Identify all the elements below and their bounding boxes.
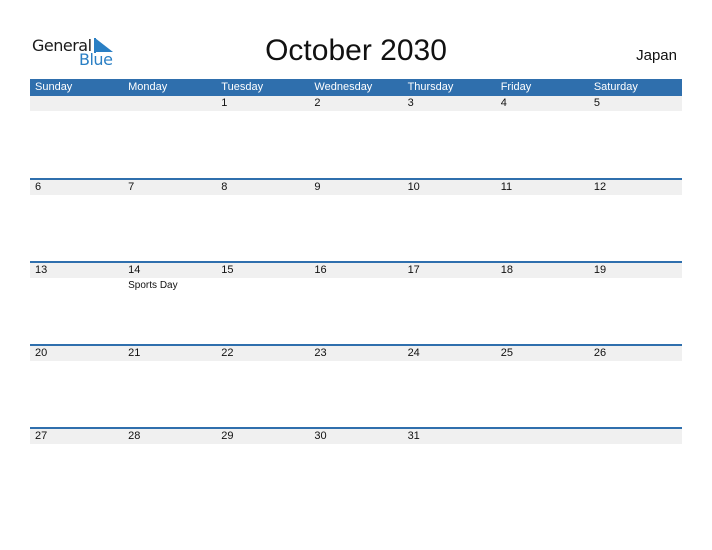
holiday-event	[30, 111, 123, 113]
day-number: 1	[221, 97, 228, 109]
day-number: 23	[314, 347, 327, 359]
day-number: 2	[314, 97, 321, 109]
day-number	[589, 429, 682, 444]
holiday-event: Sports Day	[128, 280, 178, 291]
holiday-event	[216, 278, 309, 291]
week-row: 27 28 29 30 31	[30, 427, 682, 510]
week-row: 1 2 3 4 5	[30, 96, 682, 178]
day-number-row: 20 21 22 23 24 25 26	[30, 346, 682, 361]
day-number: 20	[35, 347, 48, 359]
day-number-row: 1 2 3 4 5	[30, 96, 682, 111]
weekday-friday: Friday	[500, 81, 532, 93]
holiday-event	[403, 278, 496, 291]
holiday-event	[309, 195, 402, 197]
day-number: 14	[128, 264, 141, 276]
day-number-row: 13 14 15 16 17 18 19	[30, 263, 682, 278]
holiday-event	[403, 111, 496, 113]
holiday-event	[123, 444, 216, 446]
day-number: 10	[407, 181, 420, 193]
holiday-event	[216, 361, 309, 363]
holiday-event	[589, 278, 682, 291]
day-number: 12	[593, 181, 607, 193]
day-number: 21	[128, 347, 141, 359]
day-number: 24	[407, 347, 420, 359]
calendar-grid: Sunday Monday Tuesday Wednesday Thursday…	[30, 79, 682, 510]
holiday-event	[309, 361, 402, 363]
week-row: 20 21 22 23 24 25 26	[30, 344, 682, 427]
country-label: Japan	[636, 47, 677, 64]
weekday-sunday: Sunday	[35, 81, 73, 93]
holiday-event	[123, 111, 216, 113]
holiday-event	[30, 278, 123, 291]
event-row	[30, 111, 682, 113]
day-number	[496, 429, 589, 444]
day-number: 15	[221, 264, 234, 276]
day-number: 3	[407, 97, 414, 109]
holiday-event	[496, 111, 589, 113]
week-row: 13 14 15 16 17 18 19 Sports Day	[30, 261, 682, 344]
day-number: 30	[314, 430, 327, 442]
weekday-tuesday: Tuesday	[221, 81, 264, 93]
day-number: 9	[314, 181, 321, 193]
day-number: 8	[221, 181, 228, 193]
holiday-event	[496, 278, 589, 291]
holiday-event	[496, 444, 589, 446]
holiday-event	[309, 444, 402, 446]
holiday-event	[496, 195, 589, 197]
day-number: 31	[407, 430, 420, 442]
calendar-title: October 2030	[265, 34, 447, 67]
day-number: 29	[221, 430, 234, 442]
weekday-wednesday: Wednesday	[314, 81, 373, 93]
holiday-event	[496, 361, 589, 363]
day-number: 7	[128, 181, 135, 193]
holiday-event	[403, 361, 496, 363]
day-number-row: 27 28 29 30 31	[30, 429, 682, 444]
holiday-event	[403, 195, 496, 197]
weekday-thursday: Thursday	[407, 81, 454, 93]
weekday-saturday: Saturday	[593, 81, 638, 93]
holiday-event	[589, 444, 682, 446]
day-number: 17	[407, 264, 420, 276]
day-number: 22	[221, 347, 234, 359]
event-row	[30, 361, 682, 363]
holiday-event	[309, 278, 402, 291]
day-number: 28	[128, 430, 141, 442]
day-number: 19	[593, 264, 607, 276]
holiday-event	[309, 111, 402, 113]
week-row: 6 7 8 9 10 11 12	[30, 178, 682, 261]
day-number: 6	[35, 181, 42, 193]
day-number-row: 6 7 8 9 10 11 12	[30, 180, 682, 195]
holiday-event	[30, 444, 123, 446]
holiday-event	[30, 361, 123, 363]
day-number: 26	[593, 347, 607, 359]
day-number: 5	[593, 97, 600, 109]
day-number	[30, 96, 123, 111]
holiday-event	[403, 444, 496, 446]
weekday-header: Sunday Monday Tuesday Wednesday Thursday…	[30, 79, 682, 96]
holiday-event	[30, 195, 123, 197]
holiday-event	[123, 195, 216, 197]
event-row: Sports Day	[30, 278, 682, 291]
day-number: 25	[500, 347, 513, 359]
holiday-event	[216, 195, 309, 197]
holiday-event	[589, 195, 682, 197]
weekday-monday: Monday	[128, 81, 168, 93]
holiday-event	[123, 361, 216, 363]
day-number: 27	[35, 430, 48, 442]
holiday-event	[589, 361, 682, 363]
day-number: 11	[500, 181, 513, 193]
day-number: 18	[500, 264, 513, 276]
event-row	[30, 195, 682, 197]
holiday-event	[589, 111, 682, 113]
holiday-event	[216, 444, 309, 446]
event-row	[30, 444, 682, 446]
day-number: 13	[35, 264, 48, 276]
holiday-event	[216, 111, 309, 113]
day-number: 4	[500, 97, 507, 109]
day-number	[123, 96, 216, 111]
day-number: 16	[314, 264, 327, 276]
